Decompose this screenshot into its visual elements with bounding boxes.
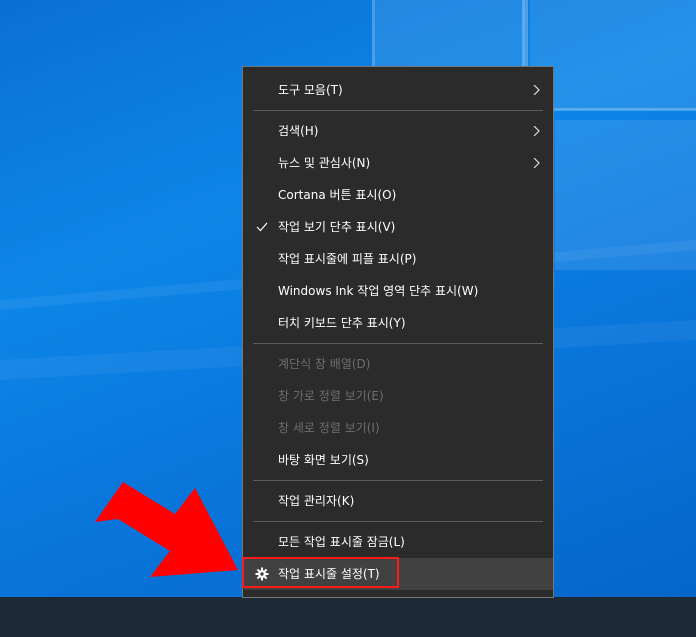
menu-item-label: 작업 보기 단추 표시(V) xyxy=(278,220,396,234)
menu-item-cascade-windows: 계단식 창 배열(D) xyxy=(244,348,553,380)
menu-item-label: 도구 모음(T) xyxy=(278,83,343,97)
menu-item-label: 창 가로 정렬 보기(E) xyxy=(278,389,384,403)
menu-item-label: 터치 키보드 단추 표시(Y) xyxy=(278,316,406,330)
chevron-right-icon xyxy=(533,126,540,136)
menu-item-people-button[interactable]: 작업 표시줄에 피플 표시(P) xyxy=(244,243,553,275)
menu-item-show-desktop[interactable]: 바탕 화면 보기(S) xyxy=(244,444,553,476)
menu-item-task-manager[interactable]: 작업 관리자(K) xyxy=(244,485,553,517)
menu-item-task-view-button[interactable]: 작업 보기 단추 표시(V) xyxy=(244,211,553,243)
checkmark-icon xyxy=(256,222,268,232)
chevron-right-icon xyxy=(533,85,540,95)
menu-item-label: 모든 작업 표시줄 잠금(L) xyxy=(278,535,405,549)
menu-item-search[interactable]: 검색(H) xyxy=(244,115,553,147)
menu-item-toolbars[interactable]: 도구 모음(T) xyxy=(244,74,553,106)
menu-separator xyxy=(253,110,543,111)
taskbar-context-menu: 도구 모음(T) 검색(H) 뉴스 및 관심사(N) Cortana 버튼 표시… xyxy=(242,66,554,598)
menu-item-cortana-button[interactable]: Cortana 버튼 표시(O) xyxy=(244,179,553,211)
menu-item-lock-all-taskbars[interactable]: 모든 작업 표시줄 잠금(L) xyxy=(244,526,553,558)
menu-item-news-and-interests[interactable]: 뉴스 및 관심사(N) xyxy=(244,147,553,179)
menu-item-label: 계단식 창 배열(D) xyxy=(278,357,371,371)
menu-separator xyxy=(253,343,543,344)
menu-item-label: Windows Ink 작업 영역 단추 표시(W) xyxy=(278,284,479,298)
menu-item-show-windows-stacked: 창 가로 정렬 보기(E) xyxy=(244,380,553,412)
menu-item-label: Cortana 버튼 표시(O) xyxy=(278,188,397,202)
chevron-right-icon xyxy=(533,158,540,168)
menu-item-windows-ink-button[interactable]: Windows Ink 작업 영역 단추 표시(W) xyxy=(244,275,553,307)
menu-item-label: 작업 관리자(K) xyxy=(278,494,355,508)
menu-separator xyxy=(253,521,543,522)
menu-item-label: 검색(H) xyxy=(278,124,319,138)
menu-item-label: 바탕 화면 보기(S) xyxy=(278,453,369,467)
annotation-highlight-box xyxy=(242,557,399,588)
menu-item-label: 작업 표시줄에 피플 표시(P) xyxy=(278,252,417,266)
menu-item-show-windows-side-by-side: 창 세로 정렬 보기(I) xyxy=(244,412,553,444)
menu-item-touch-keyboard-button[interactable]: 터치 키보드 단추 표시(Y) xyxy=(244,307,553,339)
taskbar[interactable] xyxy=(0,597,696,637)
menu-item-label: 창 세로 정렬 보기(I) xyxy=(278,421,380,435)
menu-item-label: 뉴스 및 관심사(N) xyxy=(278,156,371,170)
menu-separator xyxy=(253,480,543,481)
